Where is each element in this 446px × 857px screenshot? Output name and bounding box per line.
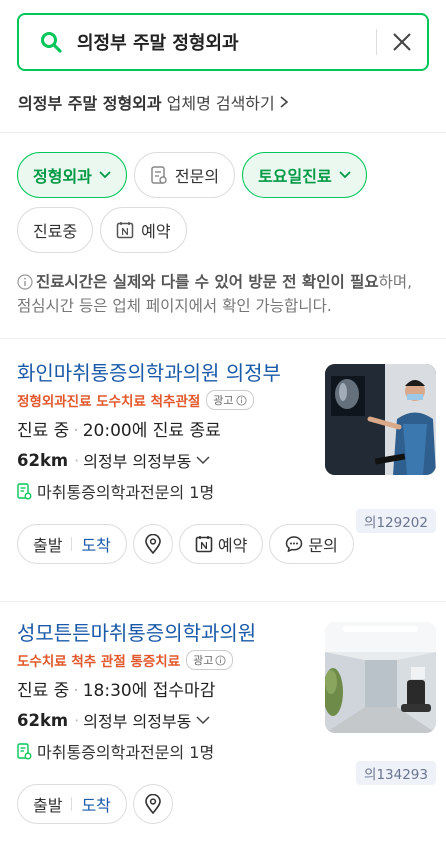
info-icon	[235, 394, 247, 406]
specialist-text: 마취통증의학과전문의 1명	[37, 483, 215, 502]
action-buttons: 출발 도착	[17, 784, 429, 824]
arrive-label[interactable]: 도착	[81, 532, 110, 556]
area: 의정부 의정부동	[83, 712, 192, 731]
distance: 62km	[17, 450, 69, 470]
specialist-row: 마취통증의학과전문의 1명	[17, 739, 429, 763]
chevron-right-icon	[280, 95, 289, 108]
suggest-label: 업체명 검색하기	[166, 93, 275, 113]
place-name-link[interactable]: 화인마취통증의학과의원 의정부	[17, 359, 317, 388]
specialist-row: 마취통증의학과전문의 1명	[17, 479, 429, 503]
tags-text: 도수치료 척추 관절 통증치료	[17, 654, 181, 670]
suggest-query: 의정부 주말 정형외과	[18, 93, 162, 113]
ad-label: 광고	[193, 654, 214, 667]
chevron-down-icon	[99, 171, 111, 179]
search-box[interactable]	[17, 13, 429, 71]
filter-label: 예약	[141, 222, 171, 241]
ad-badge[interactable]: 광고	[206, 390, 254, 410]
filter-chips: 정형외과 전문의 토요일진료 진료중 예약	[0, 133, 446, 253]
route-button[interactable]: 출발 도착	[17, 784, 127, 824]
chat-icon	[286, 536, 303, 553]
place-photo[interactable]	[325, 622, 436, 733]
specialist-text: 마취통증의학과전문의 1명	[37, 743, 215, 762]
chevron-down-icon	[196, 715, 210, 724]
ad-badge[interactable]: 광고	[186, 650, 234, 670]
clinic-interior-image	[325, 622, 436, 733]
status-text: 진료 중	[17, 421, 70, 441]
close-icon	[393, 33, 411, 51]
doctor-icon	[151, 166, 167, 184]
ad-label: 광고	[213, 394, 234, 407]
arrive-label[interactable]: 도착	[81, 792, 110, 816]
info-icon	[215, 654, 226, 666]
inquiry-label: 문의	[308, 536, 338, 555]
ad-code-badge: 의134293	[356, 761, 436, 785]
search-bar-area	[0, 0, 446, 71]
ad-code-badge: 의129202	[356, 509, 436, 533]
notice-bold: 진료시간은 실제와 다를 수 있어 방문 전 확인이 필요	[36, 273, 379, 291]
depart-label[interactable]: 출발	[33, 532, 62, 556]
doctor-photo-image	[325, 364, 436, 475]
map-pin-button[interactable]	[132, 524, 173, 564]
inquiry-button[interactable]: 문의	[269, 524, 354, 564]
distance: 62km	[17, 710, 69, 730]
depart-label[interactable]: 출발	[33, 792, 62, 816]
filter-open-now[interactable]: 진료중	[17, 207, 94, 253]
reserve-button[interactable]: 예약	[178, 524, 264, 564]
chevron-down-icon	[196, 455, 210, 464]
tags-text: 정형외과진료 도수치료 척추관절	[17, 394, 201, 410]
search-icon	[41, 32, 62, 53]
doctor-badge-icon	[17, 482, 32, 499]
business-name-search-link[interactable]: 의정부 주말 정형외과 업체명 검색하기	[0, 71, 446, 133]
filter-label: 정형외과	[33, 167, 92, 186]
status-text: 진료 중	[17, 681, 70, 701]
filter-label: 토요일진료	[258, 167, 332, 186]
filter-label: 진료중	[33, 222, 78, 241]
hours-notice: 진료시간은 실제와 다를 수 있어 방문 전 확인이 필요하며, 점심시간 등은…	[0, 253, 446, 318]
filter-reservation[interactable]: 예약	[100, 207, 187, 253]
place-item[interactable]: 의129202 화인마취통증의학과의원 의정부 정형외과진료 도수치료 척추관절…	[0, 339, 446, 601]
area: 의정부 의정부동	[83, 452, 192, 471]
place-item[interactable]: 의134293 성모튼튼마취통증의학과의원 도수치료 척추 관절 통증치료 광고…	[0, 602, 446, 824]
map-pin-icon	[145, 534, 161, 554]
filter-saturday[interactable]: 토요일진료	[242, 152, 367, 198]
filter-label: 전문의	[174, 167, 220, 186]
place-name-link[interactable]: 성모튼튼마취통증의학과의원	[17, 619, 317, 648]
naver-booking-icon	[116, 222, 134, 239]
map-pin-button[interactable]	[132, 784, 173, 824]
place-photo[interactable]	[325, 364, 436, 475]
reserve-label: 예약	[217, 536, 248, 555]
search-divider	[376, 29, 377, 55]
naver-booking-icon	[195, 536, 213, 553]
close-time: 18:30	[82, 681, 132, 701]
time-suffix: 에 진료 종료	[131, 421, 221, 441]
route-button[interactable]: 출발 도착	[17, 524, 127, 564]
filter-specialist[interactable]: 전문의	[133, 152, 236, 198]
map-pin-icon	[145, 794, 161, 814]
close-time: 20:00	[82, 421, 132, 441]
doctor-badge-icon	[17, 742, 32, 759]
chevron-down-icon	[339, 171, 351, 179]
info-icon	[17, 274, 33, 290]
filter-orthopedics[interactable]: 정형외과	[17, 152, 127, 198]
time-suffix: 에 접수마감	[131, 681, 216, 701]
search-input[interactable]	[77, 31, 366, 53]
clear-button[interactable]	[387, 27, 417, 57]
